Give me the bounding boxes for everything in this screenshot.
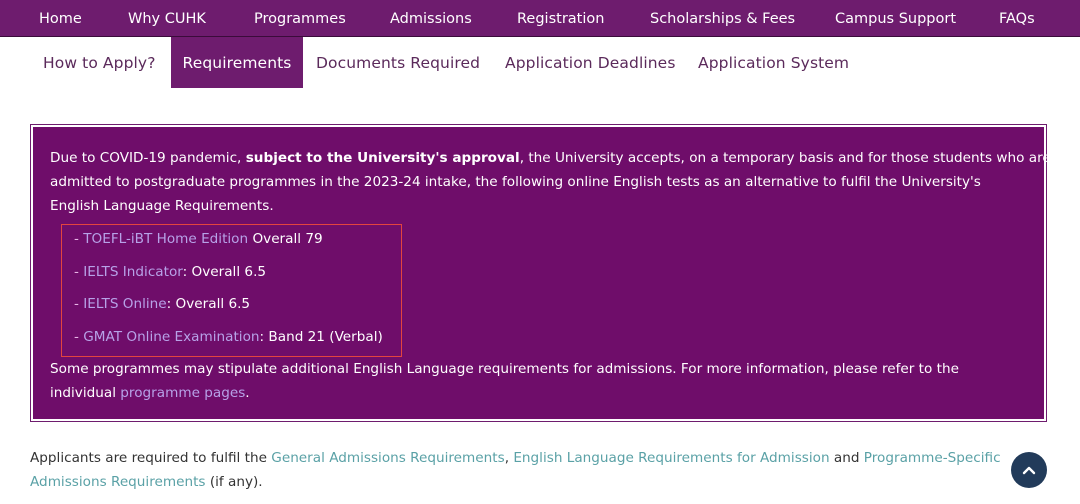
ielts-online-score: Overall 6.5	[175, 296, 251, 312]
scroll-to-top-button[interactable]	[1011, 452, 1047, 488]
tab-application-deadlines[interactable]: Application Deadlines	[505, 37, 676, 88]
programme-specific-requirements-link[interactable]: Programme-Specific	[864, 450, 1001, 466]
nav-item-programmes[interactable]: Programmes	[254, 0, 346, 37]
notice-intro-line-1: Due to COVID-19 pandemic, subject to the…	[50, 150, 1051, 166]
notice-intro-line-2: admitted to postgraduate programmes in t…	[50, 174, 981, 190]
covid-notice: Due to COVID-19 pandemic, subject to the…	[33, 127, 1051, 419]
top-navigation-bar: Home Why CUHK Programmes Admissions Regi…	[0, 0, 1080, 37]
test-separator: :	[166, 296, 176, 312]
toefl-home-edition-link[interactable]: TOEFL-iBT Home Edition	[83, 231, 248, 247]
outro-text: individual	[50, 385, 121, 401]
test-separator: :	[182, 264, 192, 280]
requirements-and: and	[829, 450, 864, 466]
nav-item-registration[interactable]: Registration	[517, 0, 604, 37]
general-admissions-requirements-link[interactable]: General Admissions Requirements	[271, 450, 504, 466]
tab-application-system[interactable]: Application System	[698, 37, 849, 88]
chevron-up-icon	[1022, 466, 1036, 475]
covid-notice-frame: Due to COVID-19 pandemic, subject to the…	[30, 124, 1051, 422]
list-dash: -	[74, 231, 84, 247]
test-item-ielts-indicator: - IELTS Indicator: Overall 6.5	[74, 264, 266, 280]
notice-approval-text: subject to the University's approval	[245, 150, 520, 166]
list-dash: -	[74, 264, 84, 280]
nav-item-why-cuhk[interactable]: Why CUHK	[128, 0, 206, 37]
list-dash: -	[74, 329, 84, 345]
sub-tabs: How to Apply? Requirements Documents Req…	[0, 37, 1080, 88]
requirements-if-any: (if any).	[205, 474, 263, 490]
requirements-paragraph-line-1: Applicants are required to fulfil the Ge…	[30, 450, 1001, 466]
notice-intro-text: Due to COVID-19 pandemic,	[50, 150, 246, 166]
list-dash: -	[74, 296, 84, 312]
gmat-online-link[interactable]: GMAT Online Examination	[83, 329, 259, 345]
nav-item-faqs[interactable]: FAQs	[999, 0, 1035, 37]
tab-requirements[interactable]: Requirements	[171, 37, 303, 88]
programme-specific-requirements-link-cont[interactable]: Admissions Requirements	[30, 474, 206, 490]
requirements-text: Applicants are required to fulfil the	[30, 450, 272, 466]
english-language-requirements-link[interactable]: English Language Requirements for Admiss…	[513, 450, 829, 466]
requirements-paragraph-line-2: Admissions Requirements (if any).	[30, 474, 263, 490]
outro-period: .	[245, 385, 250, 401]
ielts-indicator-score: Overall 6.5	[191, 264, 267, 280]
ielts-indicator-link[interactable]: IELTS Indicator	[83, 264, 182, 280]
tab-how-to-apply[interactable]: How to Apply?	[43, 37, 156, 88]
notice-outro-line-2: individual programme pages.	[50, 385, 250, 401]
nav-item-campus-support[interactable]: Campus Support	[835, 0, 956, 37]
notice-intro-text-cont: , the University accepts, on a temporary…	[519, 150, 1051, 166]
nav-item-scholarships-fees[interactable]: Scholarships & Fees	[650, 0, 795, 37]
tab-documents-required[interactable]: Documents Required	[316, 37, 480, 88]
test-item-gmat: - GMAT Online Examination: Band 21 (Verb…	[74, 329, 383, 345]
test-item-toefl: - TOEFL-iBT Home Edition Overall 79	[74, 231, 323, 247]
notice-intro-line-3: English Language Requirements.	[50, 198, 274, 214]
programme-pages-link[interactable]: programme pages	[120, 385, 245, 401]
test-item-ielts-online: - IELTS Online: Overall 6.5	[74, 296, 250, 312]
toefl-score: Overall 79	[252, 231, 323, 247]
gmat-score: Band 21 (Verbal)	[268, 329, 383, 345]
notice-outro-line-1: Some programmes may stipulate additional…	[50, 361, 959, 377]
nav-item-home[interactable]: Home	[39, 0, 82, 37]
ielts-online-link[interactable]: IELTS Online	[83, 296, 166, 312]
nav-item-admissions[interactable]: Admissions	[390, 0, 472, 37]
